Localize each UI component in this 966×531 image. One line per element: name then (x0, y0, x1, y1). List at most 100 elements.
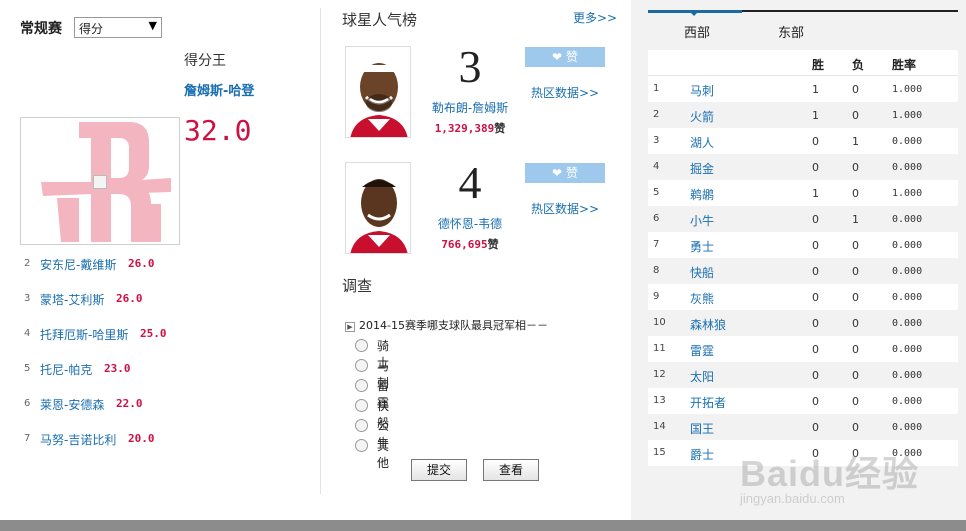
likes-unit: 赞 (494, 122, 506, 135)
ranking-value: 23.0 (104, 362, 131, 375)
ranking-player-link[interactable]: 马努-吉诺比利 (40, 431, 116, 448)
ranking-row[interactable]: 3 蒙塔-艾利斯 26.0 (24, 291, 314, 311)
likes-count: 1,329,389 (434, 122, 495, 135)
team-link[interactable]: 国王 (690, 420, 714, 437)
ranking-value: 22.0 (116, 397, 143, 410)
radio-button[interactable] (355, 439, 368, 452)
team-link[interactable]: 湖人 (690, 134, 714, 151)
heart-icon: ❤ (552, 50, 563, 64)
team-rank: 2 (653, 109, 660, 120)
radio-button[interactable] (355, 339, 368, 352)
ranking-number: 4 (24, 328, 31, 339)
ranking-row[interactable]: 2 安东尼-戴维斯 26.0 (24, 256, 314, 276)
ranking-row[interactable]: 7 马努-吉诺比利 20.0 (24, 431, 314, 451)
team-pct: 0.000 (892, 370, 923, 381)
team-wins: 0 (812, 421, 819, 434)
ranking-value: 26.0 (128, 257, 155, 270)
team-link[interactable]: 掘金 (690, 160, 714, 177)
baidu-watermark: Baidu经验 jingyan.baidu.com (728, 445, 928, 515)
table-row: 2 火箭 1 0 1.000 (648, 102, 958, 128)
player-photo[interactable] (345, 46, 411, 138)
radio-button[interactable] (355, 399, 368, 412)
team-losses: 0 (852, 265, 859, 278)
table-row: 1 马刺 1 0 1.000 (648, 76, 958, 102)
team-link[interactable]: 鹈鹕 (690, 186, 714, 203)
team-link[interactable]: 火箭 (690, 108, 714, 125)
table-row: 6 小牛 0 1 0.000 (648, 206, 958, 232)
player-name-link[interactable]: 勒布朗-詹姆斯 (415, 99, 525, 116)
ranking-number: 5 (24, 363, 31, 374)
team-rank: 5 (653, 187, 660, 198)
player-photo[interactable] (345, 162, 411, 254)
active-tab-pointer-icon (690, 12, 698, 16)
team-rank: 12 (653, 369, 666, 380)
more-link[interactable]: 更多>> (573, 9, 617, 26)
leader-name-link[interactable]: 詹姆斯-哈登 (184, 80, 254, 99)
tab-west[interactable]: 西部 (684, 22, 710, 41)
team-losses: 0 (852, 317, 859, 330)
team-link[interactable]: 爵士 (690, 446, 714, 463)
like-button[interactable]: ❤ 赞 (525, 163, 605, 183)
radio-button[interactable] (355, 359, 368, 372)
radio-button[interactable] (355, 419, 368, 432)
hot-zone-link[interactable]: 热区数据>> (525, 200, 605, 217)
ranking-player-link[interactable]: 蒙塔-艾利斯 (40, 291, 104, 308)
team-wins: 1 (812, 187, 819, 200)
ranking-row[interactable]: 4 托拜厄斯-哈里斯 25.0 (24, 326, 314, 346)
team-link[interactable]: 快船 (690, 264, 714, 281)
team-wins: 0 (812, 291, 819, 304)
team-link[interactable]: 开拓者 (690, 394, 726, 411)
column-divider (320, 8, 321, 494)
team-losses: 0 (852, 83, 859, 96)
survey-question: ▶ 2014-15赛季哪支球队最具冠军相－－ (345, 317, 548, 333)
ranking-player-link[interactable]: 托拜厄斯-哈里斯 (40, 326, 128, 343)
table-row: 11 雷霆 0 0 0.000 (648, 336, 958, 362)
team-link[interactable]: 雷霆 (690, 342, 714, 359)
team-link[interactable]: 灰熊 (690, 290, 714, 307)
team-pct: 0.000 (892, 422, 923, 433)
table-row: 4 掘金 0 0 0.000 (648, 154, 958, 180)
player-likes: 766,695赞 (415, 236, 525, 252)
team-rank: 1 (653, 83, 660, 94)
ranking-row[interactable]: 5 托尼-帕克 23.0 (24, 361, 314, 381)
team-link[interactable]: 森林狼 (690, 316, 726, 333)
table-row: 9 灰熊 0 0 0.000 (648, 284, 958, 310)
team-link[interactable]: 小牛 (690, 212, 714, 229)
team-rank: 3 (653, 135, 660, 146)
table-row: 12 太阳 0 0 0.000 (648, 362, 958, 388)
player-name-link[interactable]: 德怀恩-韦德 (415, 215, 525, 232)
team-pct: 1.000 (892, 188, 923, 199)
ranking-value: 25.0 (140, 327, 167, 340)
ranking-player-link[interactable]: 莱恩-安德森 (40, 396, 104, 413)
hot-zone-link[interactable]: 热区数据>> (525, 84, 605, 101)
watermark-brand: Baidu经验 (740, 453, 920, 494)
tab-east[interactable]: 东部 (778, 22, 804, 41)
leader-title: 得分王 (184, 53, 226, 69)
table-row: 3 湖人 0 1 0.000 (648, 128, 958, 154)
table-row: 5 鹈鹕 1 0 1.000 (648, 180, 958, 206)
team-rank: 7 (653, 239, 660, 250)
ranking-player-link[interactable]: 安东尼-戴维斯 (40, 256, 116, 273)
table-row: 7 勇士 0 0 0.000 (648, 232, 958, 258)
submit-button[interactable]: 提交 (411, 459, 467, 481)
team-losses: 0 (852, 187, 859, 200)
team-link[interactable]: 太阳 (690, 368, 714, 385)
stat-select[interactable]: 得分 ▼ (74, 17, 162, 38)
team-wins: 0 (812, 161, 819, 174)
header-pct: 胜率 (892, 58, 917, 72)
view-button[interactable]: 查看 (483, 459, 539, 481)
bottom-bar (0, 520, 966, 531)
team-wins: 0 (812, 135, 819, 148)
team-wins: 0 (812, 213, 819, 226)
ranking-player-link[interactable]: 托尼-帕克 (40, 361, 92, 378)
season-label: 常规赛 (20, 21, 62, 37)
team-rank: 4 (653, 161, 660, 172)
like-button[interactable]: ❤ 赞 (525, 47, 605, 67)
radio-button[interactable] (355, 379, 368, 392)
ranking-number: 3 (24, 293, 31, 304)
leader-value: 32.0 (184, 114, 252, 147)
team-pct: 0.000 (892, 396, 923, 407)
team-link[interactable]: 马刺 (690, 82, 714, 99)
ranking-row[interactable]: 6 莱恩-安德森 22.0 (24, 396, 314, 416)
team-link[interactable]: 勇士 (690, 238, 714, 255)
